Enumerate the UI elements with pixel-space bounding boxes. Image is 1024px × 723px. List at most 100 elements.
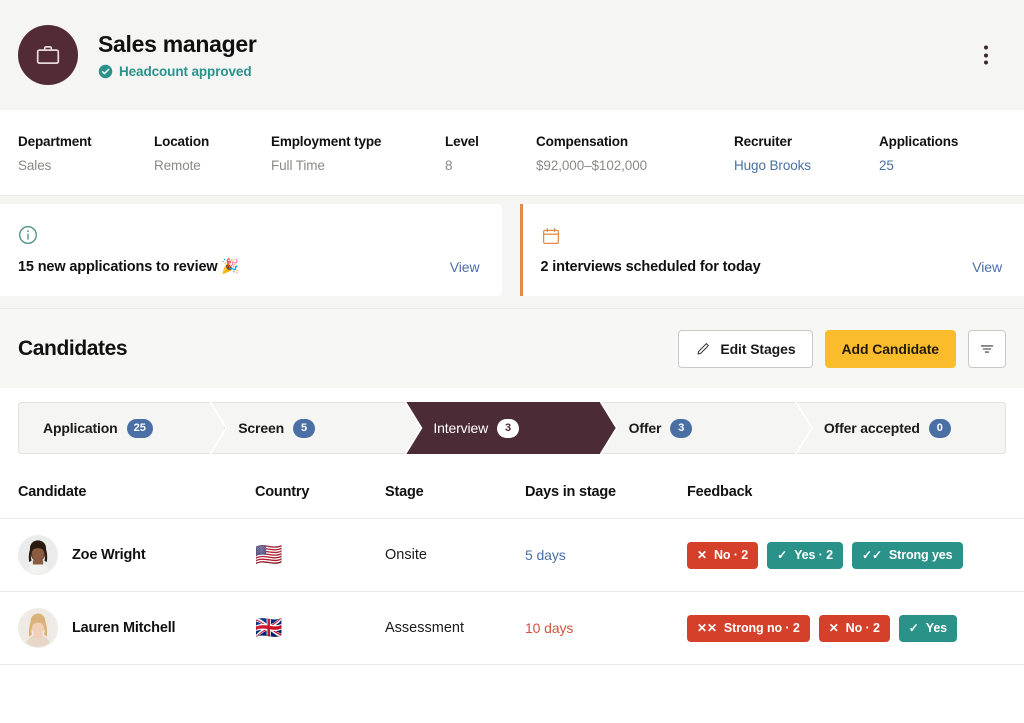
detail-label: Department (18, 134, 154, 149)
detail-label: Applications (879, 134, 958, 149)
add-candidate-button[interactable]: Add Candidate (825, 330, 956, 368)
candidate-name: Lauren Mitchell (72, 620, 175, 636)
detail-value: 8 (445, 158, 536, 173)
feedback-chip-yes[interactable]: ✓ Yes (899, 615, 957, 642)
cell-candidate: Lauren Mitchell (0, 592, 255, 665)
flag-icon: 🇺🇸 (255, 544, 282, 566)
column-header-country: Country (255, 468, 385, 519)
cell-country: 🇬🇧 (255, 592, 385, 665)
edit-stages-button[interactable]: Edit Stages (678, 330, 812, 368)
banner-text: 2 interviews scheduled for today (541, 259, 761, 275)
avatar-photo-lauren (19, 609, 57, 647)
notification-banners: 15 new applications to review 🎉 View 2 i… (0, 196, 1024, 308)
kebab-menu-icon[interactable] (978, 40, 994, 71)
avatar (18, 608, 58, 648)
briefcase-icon (35, 42, 61, 68)
stage-label: Offer (629, 420, 662, 436)
column-header-days-in-stage: Days in stage (525, 468, 687, 519)
kebab-dot (984, 61, 988, 65)
stage-count: 25 (127, 419, 153, 438)
days-in-stage-value: 5 days (525, 547, 566, 563)
cell-feedback: ✕✕ Strong no · 2 ✕ No · 2 ✓ Yes (687, 592, 1024, 665)
check-icon: ✓ (777, 549, 787, 561)
add-candidate-label: Add Candidate (842, 341, 939, 357)
stage-label: Offer accepted (824, 420, 920, 436)
feedback-chip-strong-no[interactable]: ✕✕ Strong no · 2 (687, 615, 810, 642)
stage-pipeline: Application 25 Screen 5 Interview 3 Offe… (0, 388, 1024, 468)
pipeline-stage-offer-accepted[interactable]: Offer accepted 0 (797, 402, 1006, 454)
days-in-stage-value: 10 days (525, 620, 573, 636)
detail-location: Location Remote (154, 134, 271, 173)
job-detail-strip: Department Sales Location Remote Employm… (0, 110, 1024, 196)
status-badge: Headcount approved (98, 64, 256, 79)
detail-label: Location (154, 134, 271, 149)
feedback-chip-strong-yes[interactable]: ✓✓ Strong yes (852, 542, 963, 569)
cell-candidate: Zoe Wright (0, 519, 255, 592)
cell-days-in-stage: 5 days (525, 519, 687, 592)
table-row[interactable]: Lauren Mitchell 🇬🇧 Assessment 10 days ✕✕… (0, 592, 1024, 665)
edit-stages-label: Edit Stages (720, 341, 795, 357)
feedback-chip-yes[interactable]: ✓ Yes · 2 (767, 542, 843, 569)
info-circle-icon (18, 225, 480, 250)
detail-label: Employment type (271, 134, 445, 149)
job-avatar (18, 25, 78, 85)
stage-count: 3 (670, 419, 692, 438)
cell-stage: Onsite (385, 519, 525, 592)
banner-view-link[interactable]: View (972, 259, 1002, 275)
table-row[interactable]: Zoe Wright 🇺🇸 Onsite 5 days ✕ No · 2 (0, 519, 1024, 592)
check-circle-icon (98, 64, 113, 79)
job-title-block: Sales manager Headcount approved (98, 31, 256, 80)
pipeline-stage-interview[interactable]: Interview 3 (406, 402, 615, 454)
cell-stage: Assessment (385, 592, 525, 665)
candidates-actions: Edit Stages Add Candidate (678, 330, 1006, 368)
stage-count: 5 (293, 419, 315, 438)
column-header-feedback: Feedback (687, 468, 1024, 519)
applications-link[interactable]: 25 (879, 158, 958, 173)
feedback-chip-no[interactable]: ✕ No · 2 (687, 542, 758, 569)
pipeline-stage-offer[interactable]: Offer 3 (602, 402, 811, 454)
column-header-stage: Stage (385, 468, 525, 519)
avatar-photo-zoe (19, 536, 57, 574)
calendar-icon (541, 226, 1003, 251)
detail-value: Full Time (271, 158, 445, 173)
detail-label: Recruiter (734, 134, 879, 149)
candidates-table: Candidate Country Stage Days in stage Fe… (0, 468, 1024, 665)
banner-interviews-today: 2 interviews scheduled for today View (520, 204, 1024, 296)
feedback-chip-label: Yes · 2 (794, 548, 833, 562)
detail-employment-type: Employment type Full Time (271, 134, 445, 173)
filter-button[interactable] (968, 330, 1006, 368)
candidates-title: Candidates (18, 337, 127, 361)
pencil-icon (695, 341, 711, 357)
candidate-name: Zoe Wright (72, 547, 145, 563)
stage-label: Screen (238, 420, 284, 436)
detail-label: Compensation (536, 134, 734, 149)
filter-icon (978, 340, 996, 358)
pipeline-stage-application[interactable]: Application 25 (18, 402, 225, 454)
cell-days-in-stage: 10 days (525, 592, 687, 665)
banner-view-link[interactable]: View (450, 259, 480, 275)
column-header-candidate: Candidate (0, 468, 255, 519)
kebab-dot (984, 46, 988, 50)
double-check-icon: ✓✓ (862, 549, 882, 561)
table-header-row: Candidate Country Stage Days in stage Fe… (0, 468, 1024, 519)
stage-count: 3 (497, 419, 519, 438)
banner-new-applications: 15 new applications to review 🎉 View (0, 204, 502, 296)
detail-level: Level 8 (445, 134, 536, 173)
stage-label: Interview (433, 420, 488, 436)
feedback-chip-label: Strong yes (889, 548, 953, 562)
stage-count: 0 (929, 419, 951, 438)
stage-label: Application (43, 420, 118, 436)
double-cross-icon: ✕✕ (697, 622, 717, 634)
detail-recruiter: Recruiter Hugo Brooks (734, 134, 879, 173)
candidates-section-header: Candidates Edit Stages Add Candidate (0, 308, 1024, 388)
feedback-chip-no[interactable]: ✕ No · 2 (819, 615, 890, 642)
recruiter-link[interactable]: Hugo Brooks (734, 158, 879, 173)
pipeline-stage-screen[interactable]: Screen 5 (211, 402, 420, 454)
detail-compensation: Compensation $92,000–$102,000 (536, 134, 734, 173)
cross-icon: ✕ (697, 549, 707, 561)
job-header: Sales manager Headcount approved (0, 0, 1024, 110)
cell-feedback: ✕ No · 2 ✓ Yes · 2 ✓✓ Strong yes (687, 519, 1024, 592)
job-detail-page: Sales manager Headcount approved Departm… (0, 0, 1024, 723)
page-title: Sales manager (98, 31, 256, 59)
feedback-chip-label: No · 2 (714, 548, 748, 562)
